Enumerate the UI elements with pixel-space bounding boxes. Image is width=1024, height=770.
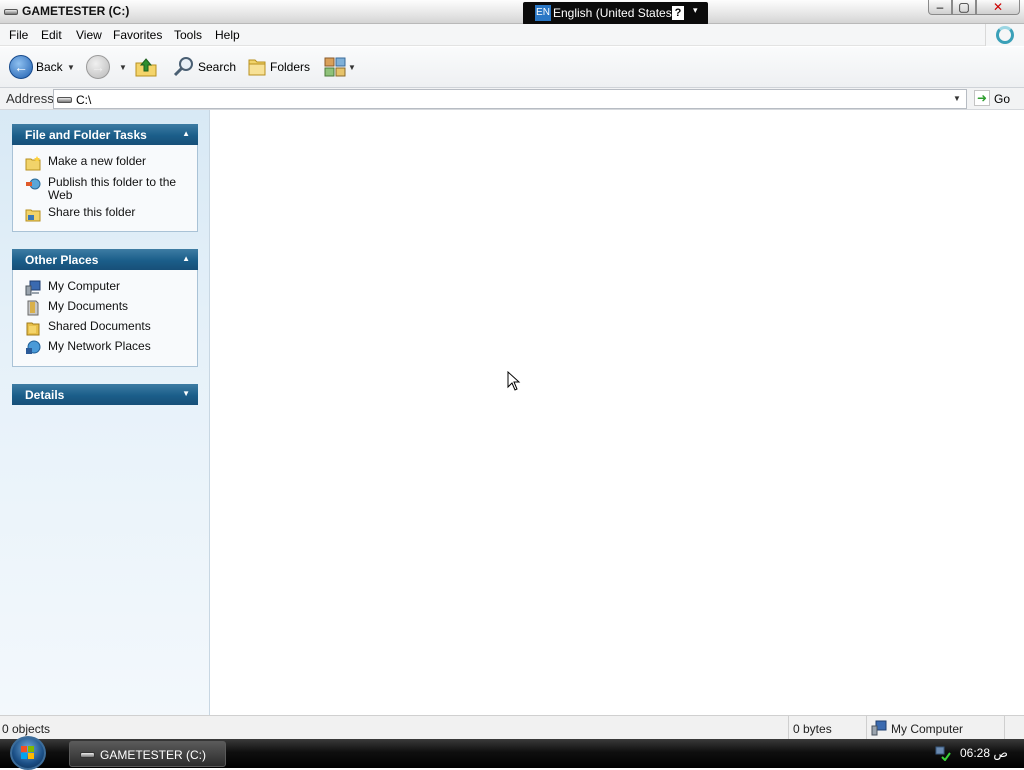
go-button[interactable]: ➜ Go <box>970 89 1020 109</box>
address-label: Address <box>6 91 54 106</box>
back-button-label[interactable]: Back <box>36 60 63 74</box>
address-dropdown-icon[interactable]: ▼ <box>948 90 966 108</box>
expand-chevron-icon[interactable]: ▼ <box>182 389 190 398</box>
windows-throbber <box>985 24 1024 46</box>
folders-button-label[interactable]: Folders <box>270 60 310 74</box>
menu-bar: File Edit View Favorites Tools Help <box>0 24 1024 46</box>
other-places-header[interactable]: Other Places ▲ <box>12 249 198 270</box>
panel-body: Make a new folder Publish this folder to… <box>12 145 198 232</box>
status-size: 0 bytes <box>793 722 832 736</box>
menu-tools[interactable]: Tools <box>174 28 202 42</box>
taskbar-window-button[interactable]: GAMETESTER (C:) <box>69 741 226 767</box>
language-options-arrow[interactable]: ▾ <box>693 5 698 16</box>
minimize-button[interactable]: – <box>928 0 952 15</box>
drive-icon <box>57 97 72 103</box>
status-size-cell: 0 bytes <box>789 716 867 740</box>
task-label[interactable]: My Documents <box>48 300 193 313</box>
details-header[interactable]: Details ▼ <box>12 384 198 405</box>
task-label[interactable]: My Network Places <box>48 340 193 353</box>
publish-web-icon <box>26 178 41 190</box>
taskbar-window-label[interactable]: GAMETESTER (C:) <box>100 748 206 762</box>
folders-icon[interactable] <box>246 56 268 78</box>
file-folder-tasks-panel: File and Folder Tasks ▲ Make a new folde… <box>12 124 198 232</box>
drive-icon <box>4 9 18 15</box>
system-clock[interactable]: 06:28 ص <box>960 746 1008 760</box>
views-dropdown-icon[interactable]: ▼ <box>348 63 356 72</box>
up-folder-icon[interactable] <box>134 56 158 78</box>
taskbar: GAMETESTER (C:) <box>0 736 1024 770</box>
forward-history-dropdown-icon[interactable]: ▼ <box>119 63 127 72</box>
go-label[interactable]: Go <box>994 92 1010 106</box>
panel-title[interactable]: Other Places <box>25 253 98 267</box>
forward-arrow-icon[interactable]: → <box>86 55 110 79</box>
title-bar[interactable]: GAMETESTER (C:) – ▢ ✕ <box>0 0 1024 24</box>
task-label[interactable]: Share this folder <box>48 206 193 219</box>
my-computer-icon <box>25 280 41 296</box>
mouse-cursor-icon <box>507 371 521 391</box>
close-button[interactable]: ✕ <box>976 0 1020 15</box>
panel-title[interactable]: Details <box>25 388 64 402</box>
collapse-chevron-icon[interactable]: ▲ <box>182 254 190 263</box>
task-pane: File and Folder Tasks ▲ Make a new folde… <box>0 110 210 715</box>
task-label[interactable]: Make a new folder <box>48 155 193 168</box>
maximize-button[interactable]: ▢ <box>952 0 976 15</box>
status-bar: 0 objects 0 bytes My Computer <box>0 715 1024 740</box>
address-value[interactable]: C:\ <box>76 93 91 107</box>
status-objects: 0 objects <box>2 722 51 736</box>
panel-body: My Computer My Documents Shared Document… <box>12 270 198 367</box>
views-icon[interactable] <box>324 57 346 77</box>
share-folder-icon <box>25 209 41 222</box>
menu-view[interactable]: View <box>76 28 102 42</box>
address-bar: Address C:\ ▼ <box>0 88 1024 110</box>
network-status-icon[interactable] <box>935 745 951 761</box>
menu-edit[interactable]: Edit <box>41 28 62 42</box>
windows-logo-icon <box>21 746 34 759</box>
task-label[interactable]: Publish this folder to the Web <box>48 176 193 202</box>
menu-favorites[interactable]: Favorites <box>113 28 162 42</box>
menu-file[interactable]: File <box>9 28 28 42</box>
status-objects-cell: 0 objects <box>0 716 789 740</box>
back-arrow-icon[interactable]: ← <box>9 55 33 79</box>
language-name[interactable]: English (United States) <box>553 6 676 20</box>
language-code-badge[interactable]: EN <box>535 5 551 21</box>
task-label[interactable]: My Computer <box>48 280 193 293</box>
new-folder-icon <box>25 156 41 171</box>
drive-icon <box>80 752 95 758</box>
start-button[interactable] <box>10 736 46 770</box>
search-button-label[interactable]: Search <box>198 60 236 74</box>
other-places-panel: Other Places ▲ My Computer My Documents … <box>12 249 198 367</box>
details-panel: Details ▼ <box>12 384 198 405</box>
help-icon[interactable]: ? <box>672 6 684 20</box>
network-places-icon <box>26 340 41 354</box>
window-title: GAMETESTER (C:) <box>22 4 130 18</box>
throbber-icon <box>996 26 1014 44</box>
my-documents-icon <box>27 300 39 316</box>
address-input[interactable]: C:\ ▼ <box>53 89 967 109</box>
panel-title[interactable]: File and Folder Tasks <box>25 128 147 142</box>
collapse-chevron-icon[interactable]: ▲ <box>182 129 190 138</box>
file-list-area[interactable] <box>211 110 1024 715</box>
my-computer-icon <box>871 720 887 736</box>
file-folder-tasks-header[interactable]: File and Folder Tasks ▲ <box>12 124 198 145</box>
status-location-cell: My Computer <box>867 716 1005 740</box>
language-bar[interactable]: EN English (United States) ? ▾ <box>523 2 708 25</box>
task-label[interactable]: Shared Documents <box>48 320 193 333</box>
status-location: My Computer <box>891 722 964 736</box>
search-icon[interactable] <box>173 56 195 78</box>
back-history-dropdown-icon[interactable]: ▼ <box>67 63 75 72</box>
menu-help[interactable]: Help <box>215 28 240 42</box>
go-arrow-icon[interactable]: ➜ <box>974 90 990 106</box>
shared-documents-icon <box>26 322 40 336</box>
